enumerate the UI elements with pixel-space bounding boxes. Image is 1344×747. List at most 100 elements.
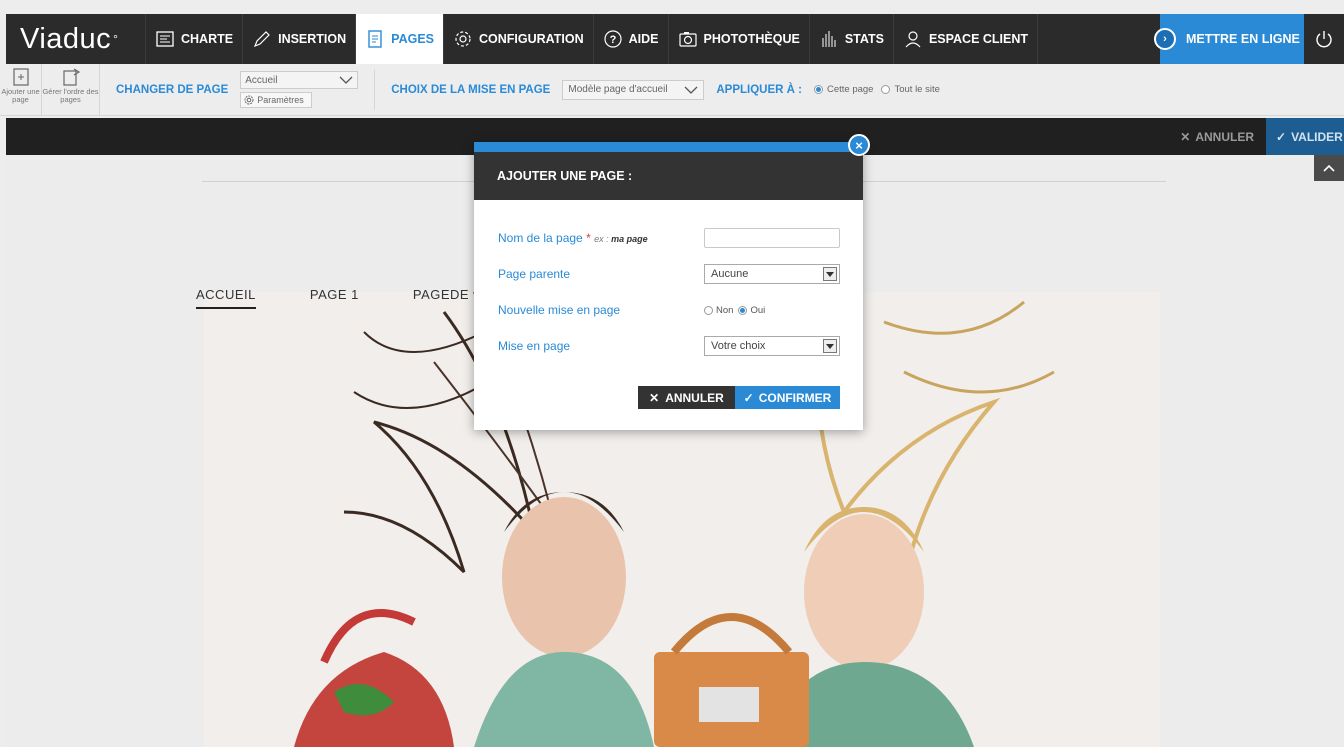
top-navigation: Viaduc ° CHARTE INSERTION PAGES CONFIGURA… [6,14,1344,64]
valider-button[interactable]: ✓ VALIDER [1266,118,1344,155]
modal-actions: ✕ ANNULER ✓ CONFIRMER [638,386,840,409]
page-nav-accueil[interactable]: ACCUEIL [196,287,256,309]
help-icon: ? [604,30,622,48]
radio-oui[interactable] [738,305,748,315]
valider-label: VALIDER [1291,129,1343,144]
nav-label: AIDE [628,32,659,46]
nav-label: PAGES [391,32,434,46]
radio-whole-site[interactable] [881,85,891,94]
nav-stats[interactable]: STATS [810,14,894,64]
modal-title: AJOUTER UNE PAGE : [497,169,633,183]
nav-label: INSERTION [278,32,347,46]
stats-bars-icon [822,31,836,47]
chevron-up-icon [1323,164,1335,172]
radio-label-oui: Oui [750,304,766,316]
chevron-right-icon: › [1154,28,1176,50]
page-name-input[interactable] [704,228,840,248]
nav-label: ESPACE CLIENT [928,32,1029,46]
layout-select[interactable]: Modèle page d'accueil [562,79,705,100]
logo-mark: ° [113,32,119,46]
example-value: ma page [611,234,648,244]
parent-page-select[interactable]: Aucune [704,264,840,284]
chevron-down-icon [339,76,353,84]
required-asterisk: * [586,231,591,245]
power-icon [1316,31,1332,48]
modal-cancel-button[interactable]: ✕ ANNULER [638,386,735,409]
page-toolbar: Ajouter une page Gérer l'ordre des pages… [0,63,1344,116]
nav-label: STATS [844,32,884,46]
modal-accent-bar [474,142,863,152]
modal-header: AJOUTER UNE PAGE : [474,152,863,200]
logo-text: Viaduc [20,22,112,55]
publish-label: METTRE EN LIGNE [1186,32,1300,46]
annuler-label: ANNULER [1195,129,1254,144]
dropdown-arrow-icon [823,339,837,353]
nav-pages[interactable]: PAGES [356,14,444,64]
nav-configuration[interactable]: CONFIGURATION [444,14,594,64]
page-nav-page-1[interactable]: PAGE 1 [310,287,359,309]
add-page-icon [12,67,29,86]
change-page-label: CHANGER DE PAGE [116,83,229,96]
example-prefix: ex : [594,234,609,244]
chart-board-icon [156,31,174,47]
page-nav-pagede[interactable]: PAGEDE [413,287,469,309]
form-row-page-name: Nom de la page * ex : ma page [498,226,840,250]
publish-button[interactable]: › METTRE EN LIGNE [1154,14,1304,64]
nav-label: PHOTOTHÈQUE [703,32,800,46]
page-params-button[interactable]: Paramètres [240,92,313,108]
user-icon [905,31,921,48]
order-pages-label: Gérer l'ordre des pages [42,86,99,104]
scroll-top-button[interactable] [1314,155,1344,181]
nav-phototheque[interactable]: PHOTOTHÈQUE [669,14,810,64]
check-icon: ✓ [743,390,754,405]
page-name-label-text: Nom de la page [498,231,583,245]
check-icon: ✓ [1276,129,1287,144]
new-layout-radios: Non Oui [704,305,765,316]
order-pages-button[interactable]: Gérer l'ordre des pages [42,63,100,116]
new-layout-label: Nouvelle mise en page [498,303,621,317]
nav-charte[interactable]: CHARTE [146,14,244,64]
modal-close-button[interactable]: × [848,134,870,156]
layout-label: Mise en page [498,339,571,353]
apply-label: APPLIQUER À : [716,83,802,96]
current-page-value: Accueil [245,74,278,86]
svg-text:?: ? [609,34,616,46]
page-selector-group: Accueil Paramètres [240,71,359,108]
gear-icon [244,95,254,105]
parent-page-label: Page parente [498,267,571,281]
params-label: Paramètres [257,95,304,105]
page-name-example: ex : ma page [594,234,648,244]
site-page-nav: ACCUEIL PAGE 1 PAGEDE [196,287,469,309]
modal-confirm-button[interactable]: ✓ CONFIRMER [735,386,840,409]
page-name-label: Nom de la page * ex : ma page [498,231,704,245]
close-icon: ✕ [1180,129,1191,144]
close-icon: ✕ [649,390,660,405]
form-row-layout: Mise en page Votre choix [498,334,840,358]
add-page-button[interactable]: Ajouter une page [0,63,42,116]
chevron-down-icon [684,86,698,94]
layout-value: Modèle page d'accueil [568,84,668,95]
add-page-label: Ajouter une page [1,86,40,104]
layout-choice-label: CHOIX DE LA MISE EN PAGE [391,83,551,96]
pencil-icon [254,31,270,48]
pages-icon [368,30,382,48]
nav-label: CONFIGURATION [479,32,584,46]
modal-confirm-label: CONFIRMER [758,390,832,405]
radio-label-whole-site: Tout le site [894,84,940,95]
nav-espace-client[interactable]: ESPACE CLIENT [894,14,1039,64]
toolbar-divider [374,69,376,110]
nav-insertion[interactable]: INSERTION [243,14,357,64]
annuler-button[interactable]: ✕ ANNULER [1168,118,1266,155]
close-icon: × [855,137,863,153]
gear-icon [455,31,471,47]
camera-icon [678,32,697,47]
radio-non[interactable] [704,305,713,315]
form-row-new-layout: Nouvelle mise en page Non Oui [498,298,840,322]
page-select[interactable]: Accueil [240,71,359,89]
nav-aide[interactable]: ? AIDE [594,14,669,64]
modal-cancel-label: ANNULER [665,390,724,405]
layout-choice-select[interactable]: Votre choix [704,336,840,356]
radio-this-page[interactable] [813,85,823,94]
viaduc-logo[interactable]: Viaduc ° [6,14,146,64]
power-button[interactable] [1304,14,1344,64]
